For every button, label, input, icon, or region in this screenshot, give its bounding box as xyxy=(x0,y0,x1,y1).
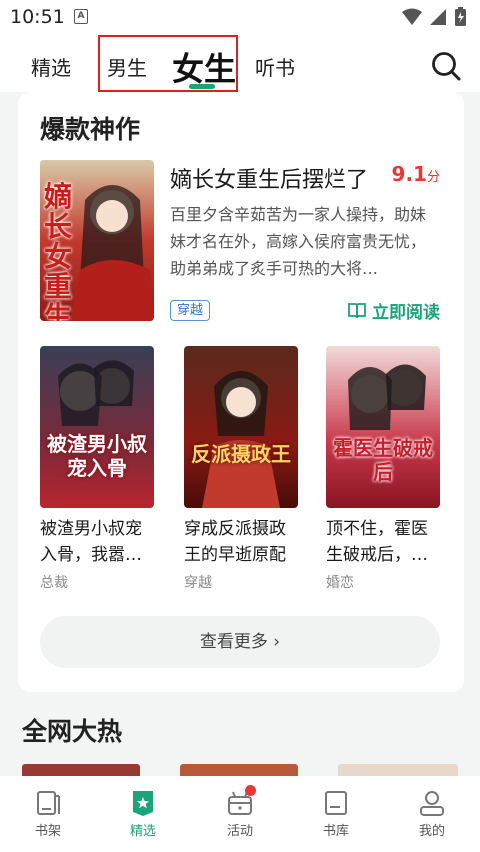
book-cover-peek[interactable] xyxy=(180,764,298,776)
featured-icon xyxy=(133,791,153,816)
read-now-button[interactable]: 立即阅读 xyxy=(347,298,440,323)
search-icon[interactable] xyxy=(428,48,464,84)
battery-icon xyxy=(455,7,466,26)
library-icon xyxy=(325,791,347,815)
book-cover-peek[interactable] xyxy=(338,764,458,776)
book-cover[interactable]: 霍医生破戒后 xyxy=(326,346,440,508)
book-cover-title: 反派摄政王 xyxy=(191,442,291,466)
view-more-button[interactable]: 查看更多 › xyxy=(40,616,440,668)
featured-book-score: 9.1分 xyxy=(392,162,440,186)
book-item[interactable]: 反派摄政王 穿成反派摄政王的早逝原配 穿越 xyxy=(184,346,298,592)
score-unit: 分 xyxy=(426,170,440,185)
nav-profile[interactable]: 我的 xyxy=(397,788,467,839)
section-title: 爆款神作 xyxy=(40,115,141,144)
book-item[interactable]: 被渣男小叔宠入骨 被渣男小叔宠入骨，我嚣… 总裁 xyxy=(40,346,154,592)
hot-books-card: 爆款神作 嫡长女重生后 嫡长女重生后摆烂了 9.1分 百里夕含辛茹苦为一家人操持… xyxy=(18,92,464,692)
book-open-icon xyxy=(348,302,366,318)
book-cover[interactable]: 被渣男小叔宠入骨 xyxy=(40,346,154,508)
book-category: 婚恋 xyxy=(326,575,354,591)
wifi-icon xyxy=(402,8,422,25)
book-cover-title: 被渣男小叔宠入骨 xyxy=(47,432,147,480)
nav-bookshelf[interactable]: 书架 xyxy=(13,788,83,839)
status-bar: 10:51 A xyxy=(0,0,480,34)
book-title[interactable]: 被渣男小叔宠入骨，我嚣… xyxy=(40,516,154,568)
status-time: 10:51 xyxy=(10,6,65,28)
featured-book-tag[interactable]: 穿越 xyxy=(170,300,211,321)
tab-featured[interactable]: 精选 xyxy=(31,52,71,81)
system-icons xyxy=(402,7,466,26)
book-title[interactable]: 顶不住，霍医生破戒后，… xyxy=(326,516,440,568)
featured-book-cover[interactable]: 嫡长女重生后 xyxy=(40,160,154,321)
notification-badge xyxy=(245,785,256,796)
bottom-nav: 书架 精选 活动 书库 我的 xyxy=(0,776,480,852)
nav-label: 书架 xyxy=(34,824,61,839)
book-category: 总裁 xyxy=(40,575,68,591)
book-title[interactable]: 穿成反派摄政王的早逝原配 xyxy=(184,516,298,568)
book-cover-peek[interactable] xyxy=(22,764,140,776)
book-category: 穿越 xyxy=(184,575,212,591)
top-nav: 精选 男生 女生 听书 xyxy=(0,34,480,92)
nav-featured[interactable]: 精选 xyxy=(108,788,178,839)
featured-cover-title: 嫡长女重生后 xyxy=(44,180,73,322)
nav-activities[interactable]: 活动 xyxy=(205,785,275,839)
book-cover-art xyxy=(184,346,298,508)
tab-audiobooks[interactable]: 听书 xyxy=(255,52,295,81)
read-now-label: 立即阅读 xyxy=(372,303,440,323)
book-cover-art xyxy=(40,346,154,508)
book-item[interactable]: 霍医生破戒后 顶不住，霍医生破戒后，… 婚恋 xyxy=(326,346,440,592)
score-value: 9.1 xyxy=(391,162,427,186)
nav-label: 活动 xyxy=(226,824,253,839)
highlight-box xyxy=(98,35,238,92)
bookshelf-icon xyxy=(37,791,60,815)
nav-label: 书库 xyxy=(322,824,349,839)
profile-icon xyxy=(420,791,444,816)
nav-library[interactable]: 书库 xyxy=(301,788,371,839)
featured-book-description: 百里夕含辛茹苦为一家人操持，助妹妹才名在外，高嫁入侯府富贵无忧，助弟弟成了炙手可… xyxy=(170,205,427,278)
notification-icon: A xyxy=(74,9,88,24)
featured-book-title[interactable]: 嫡长女重生后摆烂了 xyxy=(170,162,368,194)
book-cover[interactable]: 反派摄政王 xyxy=(184,346,298,508)
signal-icon xyxy=(430,9,446,25)
book-cover-title: 霍医生破戒后 xyxy=(333,436,433,484)
trending-section-title: 全网大热 xyxy=(22,717,123,746)
nav-label: 我的 xyxy=(418,824,445,839)
nav-label: 精选 xyxy=(129,824,156,839)
